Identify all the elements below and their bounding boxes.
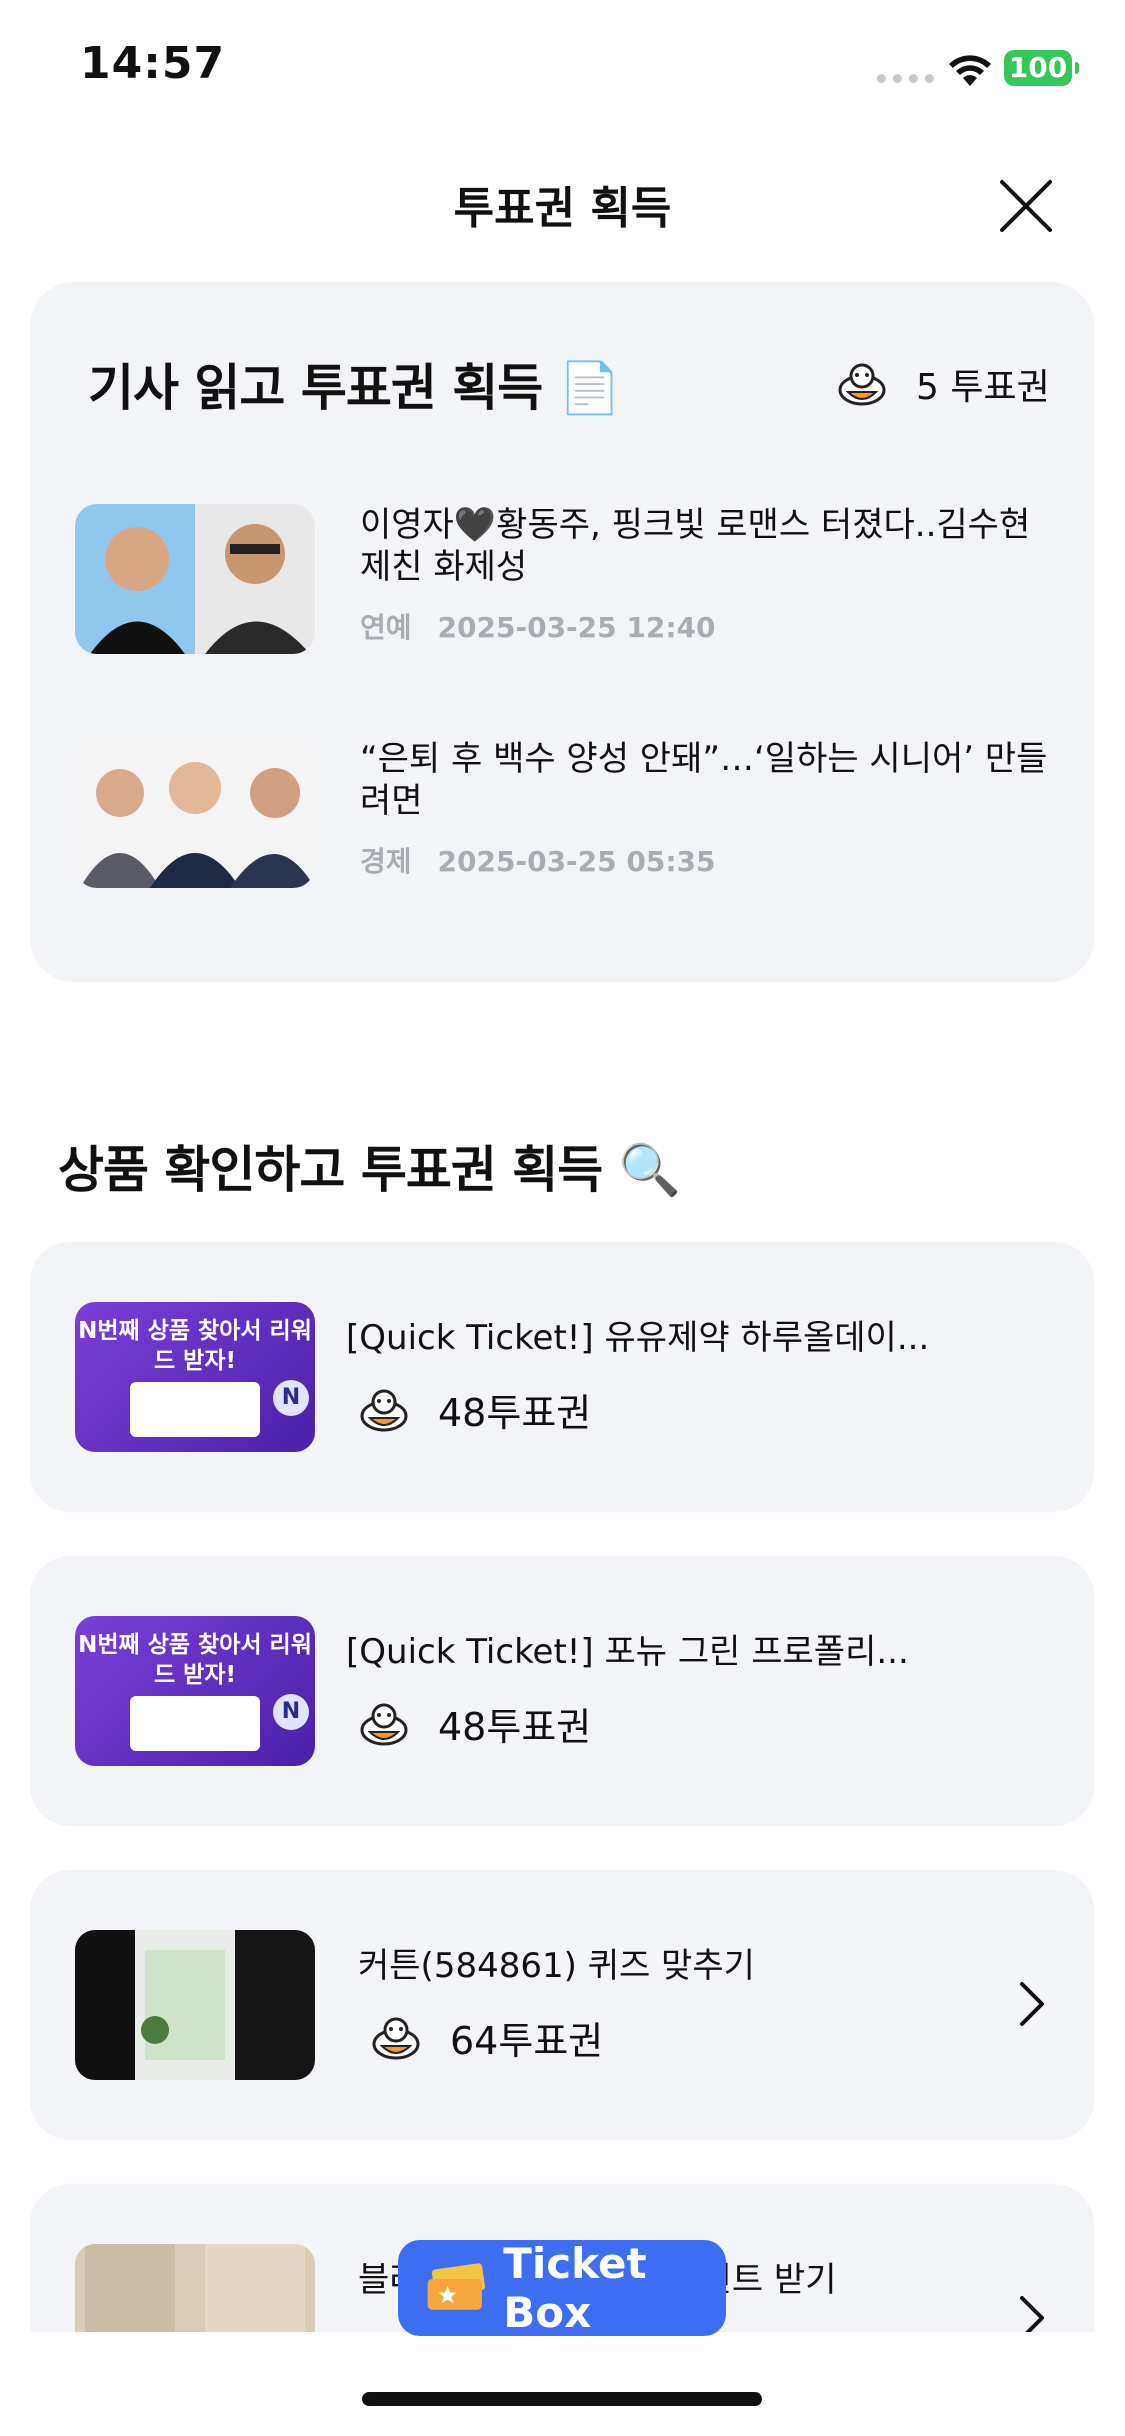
- product-card[interactable]: 커튼(584861) 퀴즈 맞추기 64투표권: [30, 1870, 1094, 2140]
- product-card[interactable]: N번째 상품 찾아서 리워드 받자! N [Quick Ticket!] 유유제…: [30, 1242, 1094, 1512]
- promo-text: N번째 상품 찾아서 리워드 받자!: [78, 1632, 312, 1688]
- promo-text: N번째 상품 찾아서 리워드 받자!: [78, 1318, 312, 1374]
- product-reward-label: 64투표권: [450, 2019, 604, 2063]
- article-title: “은퇴 후 백수 양성 안돼”…‘일하는 시니어’ 만들려면: [360, 739, 1048, 821]
- article-category: 연예: [360, 611, 412, 644]
- product-section-title: 상품 확인하고 투표권 획득 🔍: [58, 1141, 681, 1199]
- status-time: 14:57: [80, 38, 226, 89]
- product-reward: 64투표권: [370, 2010, 603, 2065]
- chevron-right-icon[interactable]: [1018, 1980, 1046, 2028]
- article-reward-card: 기사 읽고 투표권 획득 📄 5 투표권 이영자🖤황동주, 핑크빛 로맨스 터졌…: [30, 282, 1094, 982]
- product-reward: 48투표권: [358, 1382, 591, 1437]
- bottom-safe-area: [0, 2332, 1125, 2436]
- article-title: 이영자🖤황동주, 핑크빛 로맨스 터졌다..김수현 제친 화제성: [360, 505, 1031, 587]
- battery-indicator: 100: [1004, 50, 1079, 86]
- product-card[interactable]: N번째 상품 찾아서 리워드 받자! N [Quick Ticket!] 포뉴 …: [30, 1556, 1094, 1826]
- cellular-signal-icon: [877, 74, 934, 83]
- duck-icon: [358, 1386, 410, 1434]
- home-indicator: [362, 2392, 762, 2406]
- duck-icon: [358, 1700, 410, 1748]
- product-thumbnail: [75, 1930, 315, 2080]
- product-title: [Quick Ticket!] 유유제약 하루올데이...: [346, 1318, 930, 1358]
- wifi-icon: [949, 55, 991, 86]
- product-title: [Quick Ticket!] 포뉴 그린 프로폴리...: [346, 1632, 909, 1672]
- article-datetime: 2025-03-25 12:40: [437, 611, 716, 644]
- article-meta: 연예 2025-03-25 12:40: [360, 606, 716, 646]
- product-title: 커튼(584861) 퀴즈 맞추기: [358, 1946, 755, 1986]
- product-thumbnail: N번째 상품 찾아서 리워드 받자! N: [75, 1616, 315, 1766]
- article-meta: 경제 2025-03-25 05:35: [360, 840, 716, 880]
- article-datetime: 2025-03-25 05:35: [437, 845, 716, 878]
- page-title: 투표권 획득: [453, 183, 672, 234]
- article-category: 경제: [360, 845, 412, 878]
- duck-icon: [370, 2014, 422, 2062]
- article-reward: 5 투표권: [836, 358, 1050, 410]
- article-section-title: 기사 읽고 투표권 획득 📄: [88, 359, 621, 417]
- close-icon[interactable]: [996, 176, 1056, 236]
- ticket-box-label: Ticket Box: [503, 2239, 647, 2337]
- duck-icon: [836, 360, 888, 408]
- product-reward-label: 48투표권: [438, 1705, 592, 1749]
- product-reward-label: 48투표권: [438, 1391, 592, 1435]
- ticket-box-button[interactable]: Ticket Box: [398, 2239, 726, 2337]
- ticket-icon: [427, 2263, 485, 2310]
- product-thumbnail: N번째 상품 찾아서 리워드 받자! N: [75, 1302, 315, 1452]
- article-thumbnail: [75, 504, 315, 654]
- article-reward-label: 5 투표권: [916, 367, 1050, 408]
- article-thumbnail: [75, 738, 315, 888]
- product-reward: 48투표권: [358, 1696, 591, 1751]
